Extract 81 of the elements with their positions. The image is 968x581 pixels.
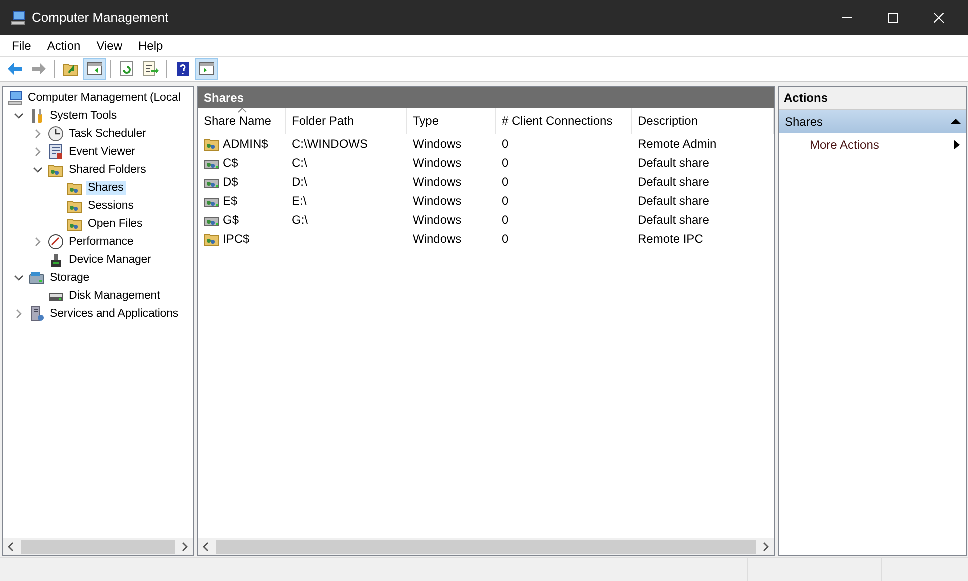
- share-name[interactable]: ADMIN$: [223, 136, 268, 150]
- table-cell: D:\: [292, 174, 308, 188]
- pane-title: Shares: [198, 87, 774, 108]
- column-header[interactable]: Type: [407, 108, 496, 134]
- column-header[interactable]: Description: [632, 108, 774, 134]
- actions-section-header[interactable]: Shares: [779, 110, 966, 133]
- refresh-icon: [118, 61, 134, 77]
- tree-item[interactable]: Event Viewer: [67, 145, 138, 159]
- tree-item[interactable]: Storage: [48, 271, 92, 285]
- table-cell: Windows: [413, 136, 462, 150]
- event-log-icon: [48, 144, 64, 160]
- share-name[interactable]: C$: [223, 156, 238, 170]
- window-title: Computer Management: [32, 10, 170, 25]
- column-header[interactable]: # Client Connections: [496, 108, 632, 134]
- tree-item[interactable]: Performance: [67, 235, 136, 249]
- pane-icon: [198, 61, 214, 77]
- menu-item[interactable]: File: [4, 38, 40, 52]
- table-cell: E:\: [292, 194, 307, 208]
- pane-button[interactable]: [83, 58, 106, 80]
- tree-item[interactable]: Device Manager: [67, 253, 154, 267]
- table-cell: G:\: [292, 212, 308, 226]
- table-cell: 0: [502, 212, 509, 226]
- tree-item[interactable]: Task Scheduler: [67, 127, 148, 141]
- table-cell: C:\: [292, 156, 308, 170]
- table-cell: 0: [502, 156, 509, 170]
- share-name[interactable]: IPC$: [223, 232, 250, 246]
- help-icon: [174, 61, 190, 77]
- forward-arrow-icon: [30, 61, 46, 77]
- storage-icon: [29, 270, 45, 286]
- horizontal-scrollbar[interactable]: [198, 538, 774, 555]
- tree-item[interactable]: Sessions: [86, 199, 136, 213]
- back-arrow-icon: [6, 61, 22, 77]
- tree-item[interactable]: Open Files: [86, 217, 145, 231]
- sort-up-icon: [238, 108, 247, 113]
- tree-item[interactable]: Shares: [86, 181, 126, 195]
- tree-item[interactable]: Services and Applications: [48, 307, 181, 321]
- table-cell: 0: [502, 194, 509, 208]
- tree-item[interactable]: Disk Management: [67, 289, 162, 303]
- gauge-icon: [48, 234, 64, 250]
- table-cell: Default share: [638, 194, 710, 208]
- pane-button[interactable]: [195, 58, 218, 80]
- device-icon: [48, 252, 64, 268]
- table-cell: Remote Admin: [638, 136, 717, 150]
- tools-icon: [29, 108, 45, 124]
- table-cell: Default share: [638, 212, 710, 226]
- action-link[interactable]: More Actions: [810, 138, 880, 152]
- column-header[interactable]: Folder Path: [286, 108, 407, 134]
- table-cell: Default share: [638, 174, 710, 188]
- app-icon: [10, 10, 26, 26]
- clock-icon: [48, 126, 64, 142]
- horizontal-scrollbar[interactable]: [3, 538, 193, 555]
- actions-title: Actions: [779, 87, 966, 110]
- server-icon: [29, 306, 45, 322]
- menu-item[interactable]: View: [88, 38, 130, 52]
- table-cell: 0: [502, 174, 509, 188]
- share-name[interactable]: G$: [223, 212, 240, 226]
- maximize-icon: [888, 12, 898, 22]
- table-cell: Windows: [413, 174, 462, 188]
- menu-item[interactable]: Action: [39, 38, 89, 52]
- column-header[interactable]: Share Name: [198, 108, 286, 134]
- export-list-icon: [142, 61, 158, 77]
- collapse-icon[interactable]: [950, 116, 962, 127]
- table-cell: 0: [502, 232, 509, 246]
- table-cell: Remote IPC: [638, 232, 704, 246]
- share-name[interactable]: E$: [223, 194, 238, 208]
- computer-icon: [7, 90, 23, 106]
- table-cell: Default share: [638, 156, 710, 170]
- table-cell: 0: [502, 136, 509, 150]
- close-icon: [934, 12, 944, 22]
- tree-item[interactable]: System Tools: [48, 109, 119, 123]
- table-cell: Windows: [413, 212, 462, 226]
- tree-item[interactable]: Shared Folders: [67, 163, 148, 177]
- tree-item[interactable]: Computer Management (Local: [26, 91, 183, 105]
- share-name[interactable]: D$: [223, 174, 238, 188]
- table-cell: Windows: [413, 232, 462, 246]
- table-cell: Windows: [413, 156, 462, 170]
- table-cell: C:\WINDOWS: [292, 136, 368, 150]
- menu-item[interactable]: Help: [130, 38, 172, 52]
- pane-icon: [86, 61, 102, 77]
- minimize-icon: [842, 17, 852, 18]
- table-cell: Windows: [413, 194, 462, 208]
